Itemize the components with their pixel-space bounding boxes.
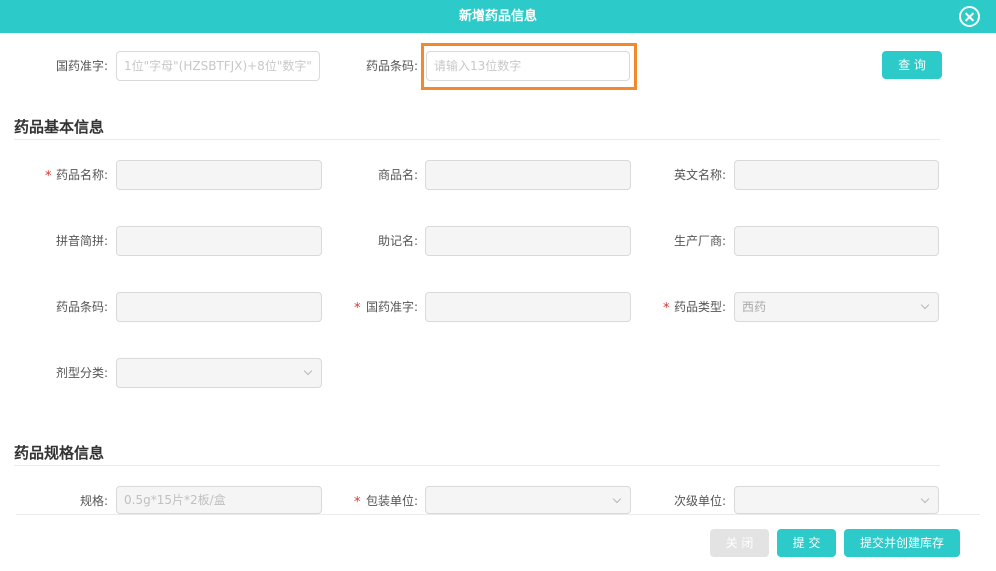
manufacturer-label: 生产厂商: <box>673 234 726 248</box>
basic-info-section-title: 药品基本信息 <box>14 118 105 136</box>
approval-number-label: 国药准字: <box>55 59 108 73</box>
drug-name-input[interactable] <box>116 160 322 190</box>
chevron-down-icon <box>920 300 930 310</box>
chevron-down-icon <box>920 494 930 504</box>
approval-number-field-label: 国药准字: <box>365 300 418 314</box>
drug-barcode-input[interactable] <box>116 292 322 322</box>
dialog-title: 新增药品信息 <box>458 9 537 24</box>
drug-type-select[interactable]: 西药 <box>734 292 939 322</box>
query-button[interactable]: 查 询 <box>882 51 942 79</box>
barcode-highlight-box <box>421 43 637 90</box>
footer-divider <box>16 514 980 515</box>
drug-name-label: 药品名称: <box>55 168 108 182</box>
barcode-search-label: 药品条码: <box>365 59 418 73</box>
sub-unit-select[interactable] <box>734 486 939 514</box>
dosage-form-select[interactable] <box>116 358 322 388</box>
mnemonic-input[interactable] <box>425 226 631 256</box>
submit-create-stock-button[interactable]: 提交并创建库存 <box>844 529 960 557</box>
spec-label: 规格: <box>79 494 108 508</box>
pinyin-label: 拼音简拼: <box>55 234 108 248</box>
chevron-down-icon <box>303 366 313 376</box>
approval-number-input[interactable] <box>425 292 631 322</box>
submit-button[interactable]: 提 交 <box>777 529 836 557</box>
manufacturer-input[interactable] <box>734 226 939 256</box>
pinyin-input[interactable] <box>116 226 322 256</box>
pack-unit-select[interactable] <box>425 486 631 514</box>
english-name-label: 英文名称: <box>673 168 726 182</box>
drug-type-label: 药品类型: <box>673 300 726 314</box>
drug-type-value: 西药 <box>742 300 767 314</box>
close-button[interactable]: 关 闭 <box>710 529 769 557</box>
spec-info-section-title: 药品规格信息 <box>14 444 105 462</box>
dialog-titlebar: 新增药品信息 <box>0 0 996 33</box>
dosage-form-label: 剂型分类: <box>55 366 108 380</box>
mnemonic-label: 助记名: <box>377 234 418 248</box>
trade-name-input[interactable] <box>425 160 631 190</box>
sub-unit-label: 次级单位: <box>673 494 726 508</box>
approval-number-search-input[interactable] <box>116 51 320 81</box>
pack-unit-label: 包装单位: <box>365 494 418 508</box>
close-icon[interactable] <box>959 6 980 27</box>
section-divider <box>14 465 940 466</box>
section-divider <box>14 139 940 140</box>
drug-barcode-label: 药品条码: <box>55 300 108 314</box>
trade-name-label: 商品名: <box>377 168 418 182</box>
spec-input[interactable]: 0.5g*15片*2板/盒 <box>116 486 322 514</box>
chevron-down-icon <box>612 494 622 504</box>
english-name-input[interactable] <box>734 160 939 190</box>
